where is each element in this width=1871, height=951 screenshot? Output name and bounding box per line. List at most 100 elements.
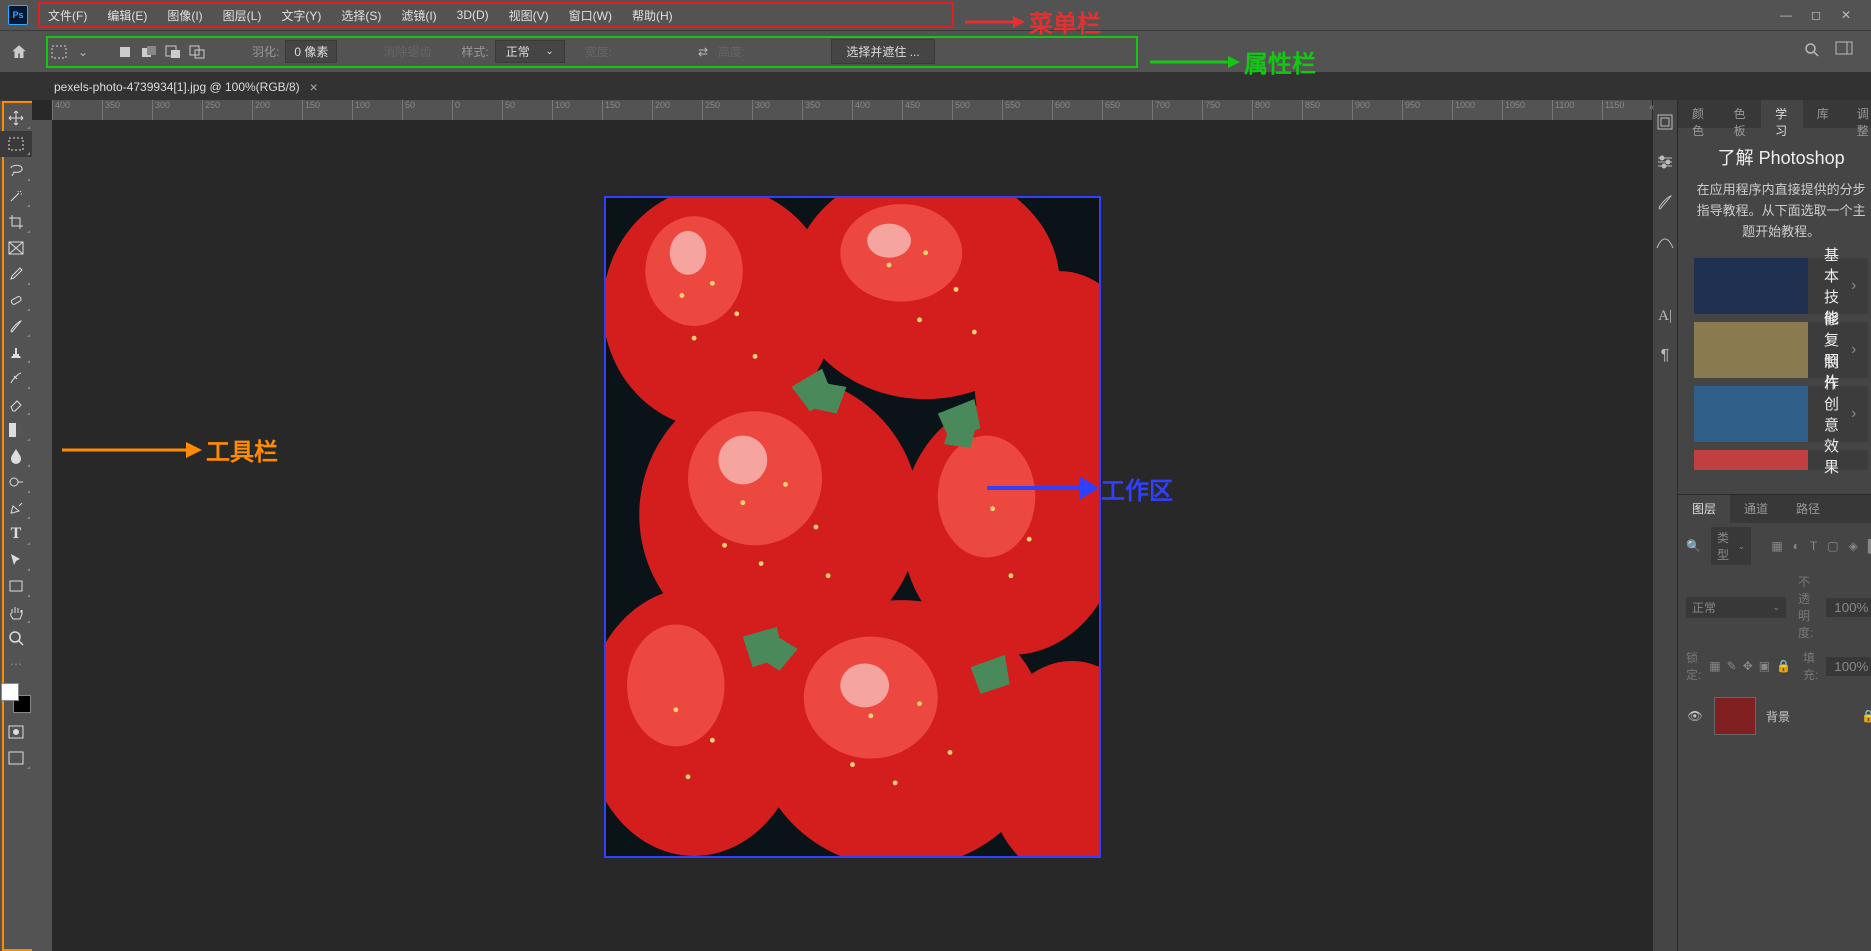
healing-brush-tool[interactable] — [0, 287, 32, 313]
visibility-eye-icon[interactable]: 👁 — [1686, 709, 1704, 723]
search-icon[interactable] — [1803, 41, 1821, 62]
menu-filter[interactable]: 滤镜(I) — [393, 3, 444, 28]
eraser-tool[interactable] — [0, 391, 32, 417]
type-tool[interactable]: T — [0, 521, 32, 547]
filter-adjust-icon[interactable]: ◐ — [1793, 539, 1800, 553]
lock-all-icon[interactable]: 🔒 — [1776, 659, 1791, 673]
menu-layer[interactable]: 图层(L) — [215, 3, 270, 28]
document-tab-title: pexels-photo-4739934[1].jpg @ 100%(RGB/8… — [54, 80, 300, 94]
search-icon[interactable]: 🔍 — [1686, 539, 1701, 553]
feather-label: 羽化: — [252, 43, 279, 60]
lasso-tool[interactable] — [0, 157, 32, 183]
tab-paths[interactable]: 路径 — [1782, 495, 1834, 523]
home-icon[interactable] — [8, 43, 30, 61]
brush-tool[interactable] — [0, 313, 32, 339]
zoom-tool[interactable] — [0, 625, 32, 651]
window-restore-icon[interactable]: ◻ — [1807, 8, 1825, 22]
filter-type-icon[interactable]: T — [1810, 539, 1817, 553]
window-close-icon[interactable]: ✕ — [1837, 8, 1855, 22]
workspace-switcher-icon[interactable] — [1835, 41, 1853, 62]
layer-name[interactable]: 背景 — [1766, 708, 1790, 725]
opacity-input[interactable] — [1826, 598, 1871, 617]
filter-smart-icon[interactable]: ◈ — [1849, 539, 1858, 553]
document-tab-bar: pexels-photo-4739934[1].jpg @ 100%(RGB/8… — [0, 72, 1871, 100]
pen-tool[interactable] — [0, 495, 32, 521]
learn-description: 在应用程序内直接提供的分步指导教程。从下面选取一个主题开始教程。 — [1694, 180, 1868, 242]
clone-stamp-tool[interactable] — [0, 339, 32, 365]
lock-pixels-icon[interactable]: ▦ — [1709, 659, 1720, 673]
frame-tool[interactable] — [0, 235, 32, 261]
tab-adjustments[interactable]: 调整 — [1843, 100, 1871, 128]
menu-help[interactable]: 帮助(H) — [624, 3, 681, 28]
history-panel-icon[interactable] — [1653, 110, 1677, 134]
filter-pixel-icon[interactable]: ▦ — [1771, 539, 1782, 553]
dock-collapse-icon[interactable]: « — [1649, 102, 1655, 113]
dodge-tool[interactable] — [0, 469, 32, 495]
paragraph-panel-icon[interactable]: ¶ — [1653, 344, 1677, 368]
brush-settings-panel-icon[interactable] — [1653, 190, 1677, 214]
upper-panel-tabs: 颜色 色板 学习 库 调整 — [1678, 100, 1871, 128]
learn-item-creative[interactable]: 制作创意效果 › — [1694, 386, 1868, 442]
history-brush-tool[interactable] — [0, 365, 32, 391]
screen-mode-icon[interactable] — [0, 745, 32, 771]
layer-thumbnail[interactable] — [1714, 697, 1756, 735]
quick-mask-icon[interactable] — [0, 719, 32, 745]
tab-libraries[interactable]: 库 — [1803, 100, 1843, 128]
edit-toolbar-icon[interactable]: ⋯ — [0, 651, 32, 677]
hand-tool[interactable] — [0, 599, 32, 625]
marquee-tool[interactable] — [0, 131, 32, 157]
learn-item-retouch[interactable]: 修复照片 › — [1694, 322, 1868, 378]
close-tab-icon[interactable]: × — [310, 79, 318, 95]
learn-thumb-icon — [1694, 322, 1808, 378]
learn-item-basics[interactable]: 基本技能 › — [1694, 258, 1868, 314]
menu-image[interactable]: 图像(I) — [159, 3, 210, 28]
filter-shape-icon[interactable]: ▢ — [1827, 539, 1838, 553]
layer-row-background[interactable]: 👁 背景 🔒 — [1678, 691, 1871, 741]
dropdown-chevron-icon[interactable]: ⌄ — [74, 43, 92, 61]
move-tool[interactable] — [0, 105, 32, 131]
marquee-tool-indicator-icon[interactable] — [50, 43, 68, 61]
properties-panel-icon[interactable] — [1653, 150, 1677, 174]
adjustments-panel-icon[interactable] — [1653, 230, 1677, 254]
window-minimize-icon[interactable]: — — [1777, 8, 1795, 22]
learn-item-more[interactable] — [1694, 450, 1868, 470]
selection-subtract-icon[interactable] — [164, 43, 182, 61]
tab-learn[interactable]: 学习 — [1761, 100, 1803, 128]
menu-edit[interactable]: 编辑(E) — [99, 3, 155, 28]
foreground-color-swatch[interactable] — [1, 683, 19, 701]
document-tab[interactable]: pexels-photo-4739934[1].jpg @ 100%(RGB/8… — [44, 74, 328, 99]
tab-layers[interactable]: 图层 — [1678, 495, 1730, 523]
layer-filter-kind[interactable]: 类型 ⌄ — [1711, 527, 1751, 565]
gradient-tool[interactable] — [0, 417, 32, 443]
eyedropper-tool[interactable] — [0, 261, 32, 287]
blur-tool[interactable] — [0, 443, 32, 469]
menu-type[interactable]: 文字(Y) — [273, 3, 329, 28]
lock-position-icon[interactable]: ✥ — [1743, 659, 1753, 673]
feather-input[interactable]: 0 像素 — [285, 40, 337, 63]
crop-tool[interactable] — [0, 209, 32, 235]
document-canvas[interactable] — [604, 196, 1101, 858]
selection-intersect-icon[interactable] — [188, 43, 206, 61]
selection-add-icon[interactable] — [140, 43, 158, 61]
style-select[interactable]: 正常⌄ — [495, 40, 565, 63]
color-swatches[interactable] — [1, 683, 31, 713]
lock-artboard-icon[interactable]: ▣ — [1759, 659, 1770, 673]
select-and-mask-button[interactable]: 选择并遮住 ... — [831, 39, 934, 64]
menu-window[interactable]: 窗口(W) — [561, 3, 620, 28]
lock-brush-icon[interactable]: ✎ — [1727, 659, 1737, 673]
rectangle-tool[interactable] — [0, 573, 32, 599]
tab-swatches[interactable]: 色板 — [1720, 100, 1762, 128]
magic-wand-tool[interactable] — [0, 183, 32, 209]
menu-view[interactable]: 视图(V) — [501, 3, 557, 28]
selection-new-icon[interactable] — [116, 43, 134, 61]
menu-file[interactable]: 文件(F) — [40, 3, 95, 28]
blend-mode-select[interactable]: 正常⌄ — [1686, 597, 1786, 618]
tab-color[interactable]: 颜色 — [1678, 100, 1720, 128]
tab-channels[interactable]: 通道 — [1730, 495, 1782, 523]
menu-bar: Ps 文件(F) 编辑(E) 图像(I) 图层(L) 文字(Y) 选择(S) 滤… — [0, 0, 1871, 30]
fill-input[interactable] — [1826, 657, 1871, 676]
character-panel-icon[interactable]: A| — [1653, 304, 1677, 328]
menu-select[interactable]: 选择(S) — [333, 3, 389, 28]
path-selection-tool[interactable] — [0, 547, 32, 573]
menu-3d[interactable]: 3D(D) — [449, 4, 497, 26]
